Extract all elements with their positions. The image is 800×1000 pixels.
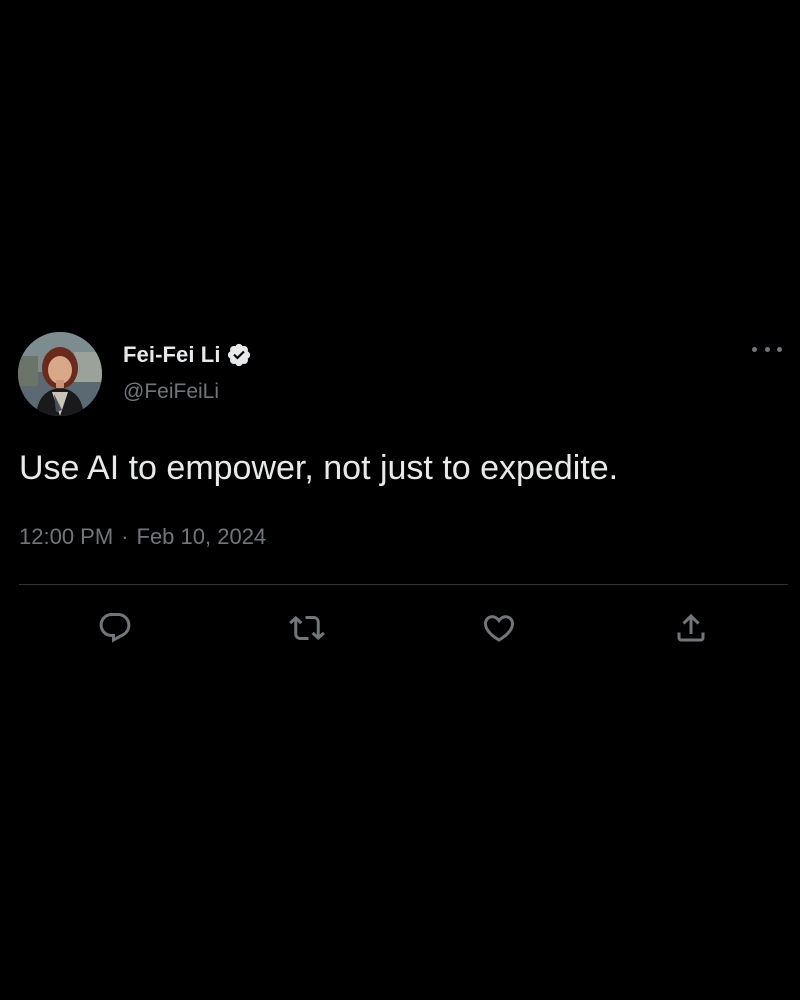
retweet-button[interactable] xyxy=(287,608,327,648)
share-upload-icon xyxy=(677,613,705,642)
meta-separator: · xyxy=(121,524,129,549)
retweet-icon xyxy=(289,615,325,641)
tweet-timestamp[interactable]: 12:00 PM · Feb 10, 2024 xyxy=(19,524,266,550)
author-handle[interactable]: @FeiFeiLi xyxy=(123,380,219,404)
divider xyxy=(19,584,788,585)
tweet-card: Fei-Fei Li @FeiFeiLi Use AI to empower, … xyxy=(0,330,800,660)
more-dot xyxy=(752,346,757,352)
reply-button[interactable] xyxy=(95,608,135,648)
tweet-date: Feb 10, 2024 xyxy=(136,524,267,549)
verified-badge-icon xyxy=(226,342,252,368)
avatar[interactable] xyxy=(18,332,102,416)
tweet-time: 12:00 PM xyxy=(19,524,114,549)
author-name-row: Fei-Fei Li xyxy=(123,340,252,370)
heart-icon xyxy=(483,615,515,642)
display-name[interactable]: Fei-Fei Li xyxy=(123,342,221,368)
share-button[interactable] xyxy=(671,608,711,648)
more-dot xyxy=(777,346,782,352)
like-button[interactable] xyxy=(479,608,519,648)
action-bar xyxy=(0,608,800,648)
tweet-text: Use AI to empower, not just to expedite. xyxy=(19,449,619,487)
more-dot xyxy=(764,346,770,352)
speech-bubble-icon xyxy=(99,613,131,643)
profile-photo-icon xyxy=(18,332,102,416)
more-options-icon[interactable] xyxy=(752,338,782,360)
